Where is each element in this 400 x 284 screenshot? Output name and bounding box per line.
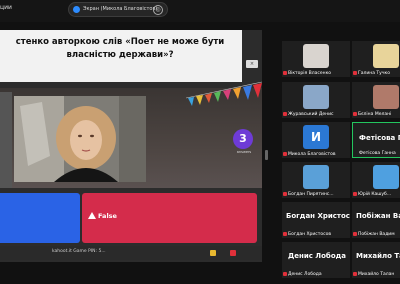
participant-tile[interactable]: Юрій Кашуб... [352,162,400,198]
top-left-label: ции [0,4,12,11]
participant-name: Вікторія Власенко [288,71,332,76]
participant-avatar [303,165,329,189]
participant-tile[interactable]: Побіжан Вади Побіжан Вадим [352,202,400,238]
participant-tile[interactable]: Галина Тучко [352,41,400,77]
participant-tile[interactable]: Журавський Денис [282,82,350,118]
slide-bottom-bar [0,246,262,260]
participant-initial: И [303,125,329,149]
splitter-handle[interactable] [265,150,268,160]
participant-name: Микола Благовістов [288,152,336,157]
answer-true-tile[interactable] [0,193,80,243]
participant-name: Бєліна Мелані [358,112,392,117]
answer-counter: 3 [233,129,253,149]
participant-name: Денис Лобода [288,272,322,277]
participant-tile[interactable]: Богдан Христосов Богдан Христосов [282,202,350,238]
participant-name: Богдан Пирятинс... [288,192,334,197]
bunting-decoration [186,81,262,106]
question-text: стенко авторкою слів «Поет не може бути … [15,37,225,60]
participant-name: Галина Тучко [358,71,390,76]
participant-tile[interactable]: Бєліна Мелані [352,82,400,118]
participant-big-name: Богдан Христосов [286,212,350,220]
participant-name: Фетісова Ганна [359,151,396,156]
participant-avatar [303,85,329,109]
close-icon[interactable]: × [246,60,258,68]
participant-avatar [373,44,399,68]
participant-name: Юрій Кашуб... [358,192,392,197]
participant-big-name: Фетісова Га [359,134,400,142]
answer-counter-label: answers [236,150,252,154]
participant-name: Журавський Денис [288,112,334,117]
view-options-icon[interactable]: ◎ [153,5,163,15]
screen-share-indicator[interactable]: Экран (Микола Благовістов) ◎ [68,2,168,17]
participant-tile-active[interactable]: Фетісова Га Фетісова Ганна [352,122,400,158]
participant-big-name: Денис Лобода [288,252,347,260]
participant-tile[interactable]: Вікторія Власенко [282,41,350,77]
question-image [14,96,146,182]
participant-tile[interactable]: Денис Лобода Денис Лобода [282,242,350,278]
participant-name: Богдан Христосов [288,232,332,237]
participant-avatar [303,44,329,68]
participant-tile[interactable]: Богдан Пирятинс... [282,162,350,198]
participant-big-name: Михайло Тала [356,252,400,260]
participant-tile[interactable]: И Микола Благовістов [282,122,350,158]
triangle-icon [88,212,96,219]
participant-avatar [373,165,399,189]
game-pin-text: kahoot.it Game PIN: 5... [52,249,106,254]
stop-icon[interactable] [230,250,236,256]
control-icon[interactable] [210,250,216,256]
meeting-top-bar [0,0,400,22]
participant-name: Михайло Талан [358,272,395,277]
participant-avatar [373,85,399,109]
participant-name: Побіжан Вадим [358,232,395,237]
slide-background-left [0,92,12,188]
share-screen-icon [73,6,80,13]
participant-big-name: Побіжан Вади [356,212,400,220]
answer-false-label: False [98,212,117,220]
participant-tile[interactable]: Михайло Тала Михайло Талан [352,242,400,278]
share-title: Экран (Микола Благовістов) [83,6,158,12]
